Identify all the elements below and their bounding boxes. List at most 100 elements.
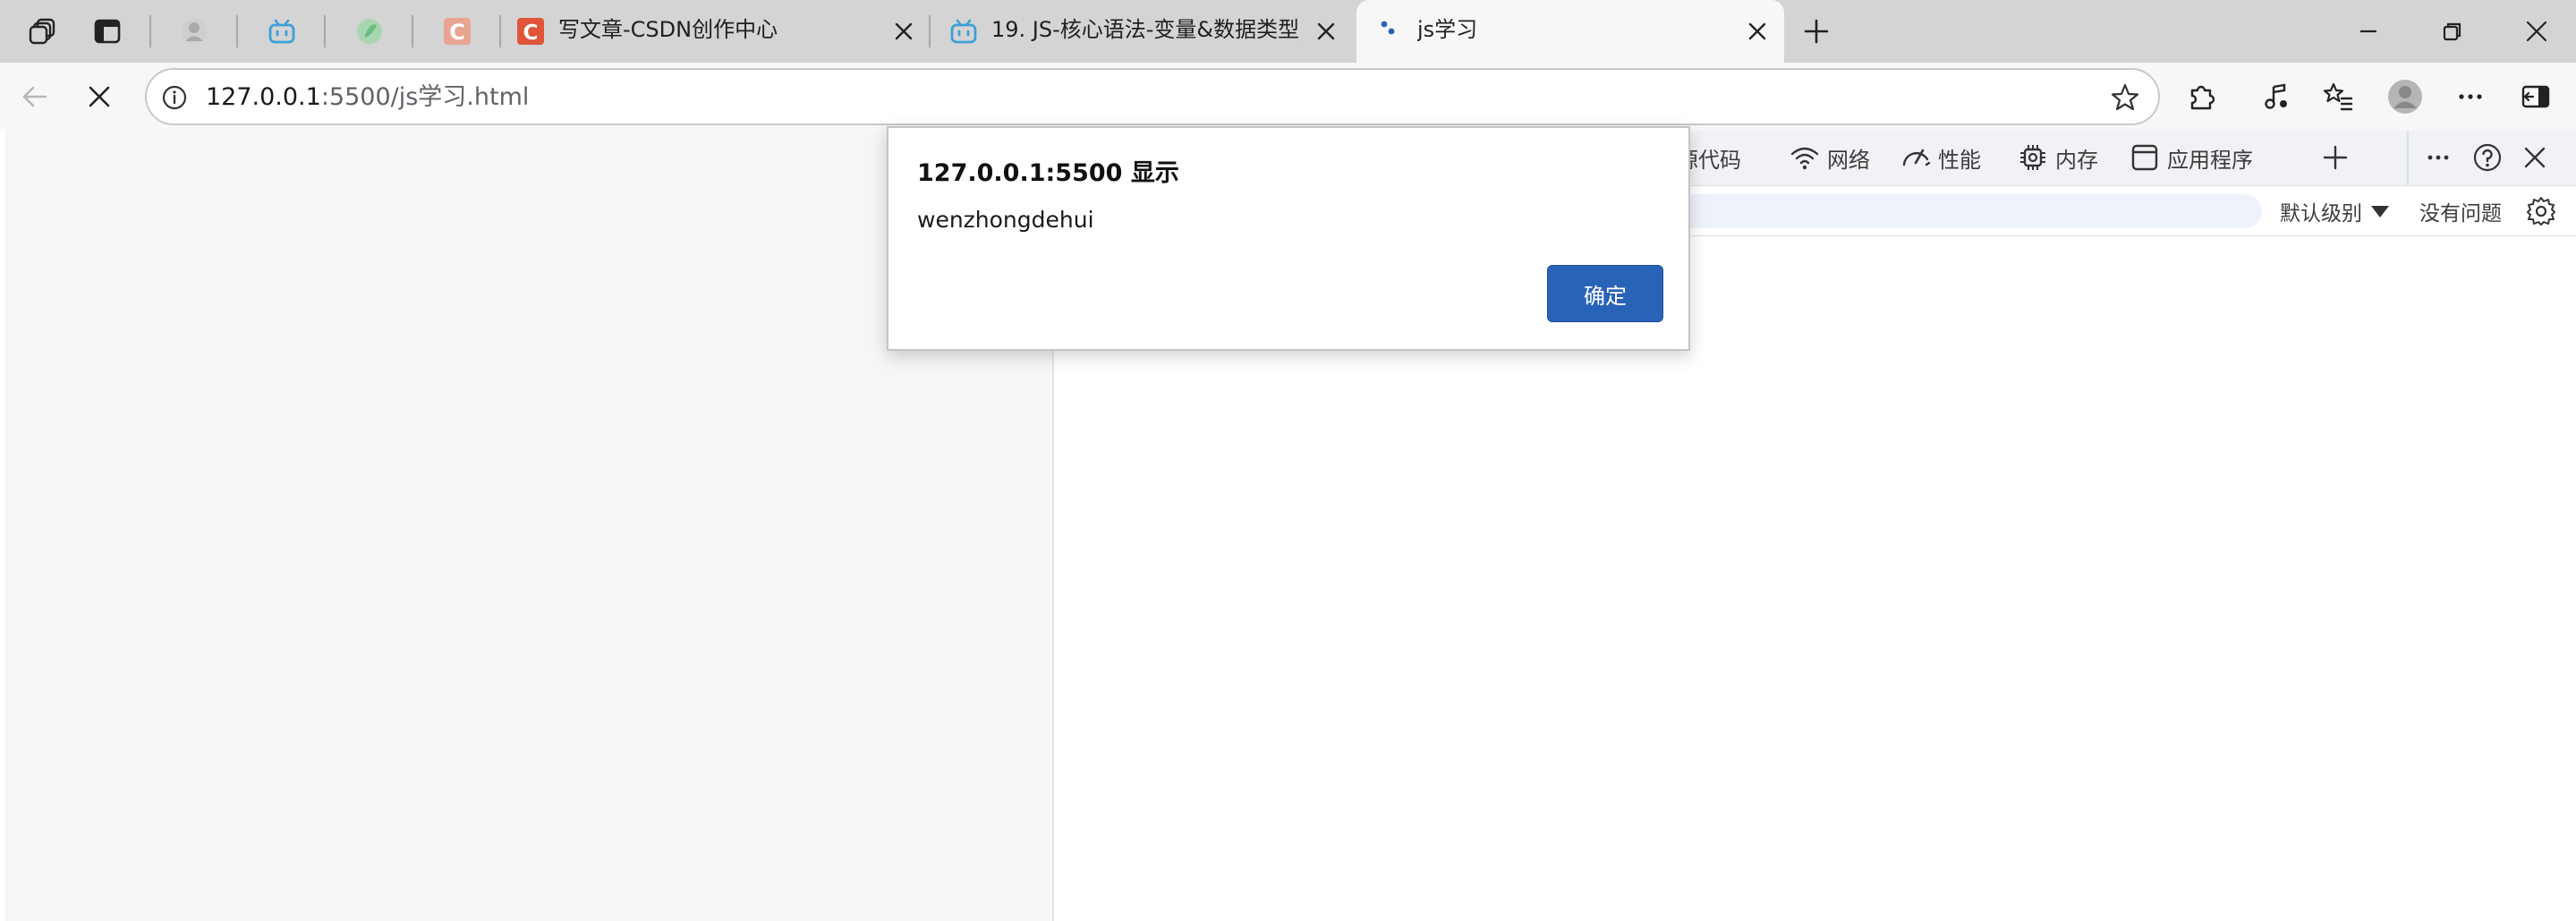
- devtools-help-button[interactable]: [2470, 140, 2505, 175]
- dialog-title: 127.0.0.1:5500 显示: [917, 159, 1179, 187]
- sidebar-toggle-button[interactable]: [2515, 76, 2556, 117]
- back-button[interactable]: [14, 76, 55, 117]
- extensions-button[interactable]: [2181, 76, 2223, 117]
- url-path: :5500/js学习.html: [320, 83, 530, 111]
- console-settings-button[interactable]: [2523, 193, 2559, 229]
- devtools-tab-performance[interactable]: 性能: [1899, 140, 1981, 175]
- devtools-tab-label: 内存: [2055, 147, 2098, 173]
- avatar-icon: [2388, 80, 2422, 114]
- more-horizontal-icon: [2459, 94, 2482, 99]
- close-icon: [89, 86, 110, 107]
- avatar-favicon-icon: [182, 19, 207, 44]
- arrow-left-icon: [22, 86, 47, 107]
- svg-text:C: C: [523, 21, 539, 45]
- memory-icon: [2016, 141, 2050, 175]
- devtools-divider: [2407, 131, 2409, 186]
- tab-favicon: C: [515, 16, 546, 47]
- add-devtools-tab-button[interactable]: [2317, 140, 2353, 175]
- devtools-tab-application[interactable]: 应用程序: [2128, 140, 2253, 175]
- application-icon: [2128, 141, 2162, 175]
- pinned-tab-csdn[interactable]: C: [438, 12, 477, 51]
- csdn-icon: C: [517, 18, 544, 45]
- caret-down-icon: [2371, 205, 2389, 217]
- devtools-tab-label: 性能: [1938, 147, 1981, 173]
- puzzle-icon: [2190, 85, 2215, 110]
- devtools-tab-memory[interactable]: 内存: [2016, 140, 2098, 175]
- profile-button[interactable]: [2385, 76, 2426, 117]
- new-tab-button[interactable]: [1797, 12, 1836, 51]
- green-leaf-icon: [357, 19, 382, 44]
- tab-separator: [149, 15, 151, 47]
- more-horizontal-icon: [2427, 155, 2449, 160]
- favorites-list-icon: [2323, 82, 2353, 111]
- performance-icon: [1899, 141, 1933, 175]
- tab-favicon: [1374, 16, 1405, 47]
- star-icon: [2111, 83, 2139, 111]
- close-icon: [2524, 147, 2546, 168]
- close-icon: [895, 22, 913, 40]
- plus-icon: [2323, 145, 2348, 170]
- gear-icon: [2527, 197, 2555, 226]
- vertical-tabs-icon: [94, 19, 121, 44]
- ok-button[interactable]: 确定: [1547, 265, 1663, 322]
- favorites-button[interactable]: [2317, 76, 2359, 117]
- issues-counter[interactable]: 没有问题: [2419, 193, 2502, 229]
- tab-close-button[interactable]: [1741, 15, 1773, 47]
- restore-icon: [2443, 22, 2461, 41]
- site-info-button[interactable]: [159, 82, 190, 113]
- tab-favicon: [948, 16, 979, 47]
- dialog-message: wenzhongdehui: [917, 207, 1094, 233]
- url-text: 127.0.0.1:5500/js学习.html: [206, 81, 529, 114]
- workspaces-icon: [29, 18, 55, 45]
- svg-text:C: C: [449, 20, 465, 45]
- favorite-button[interactable]: [2108, 81, 2142, 115]
- minimize-icon: [2360, 30, 2376, 33]
- browser-toolbar: 127.0.0.1:5500/js学习.html: [0, 63, 2576, 131]
- pinned-tab-green[interactable]: [350, 12, 389, 51]
- stop-loading-button[interactable]: [79, 76, 120, 117]
- devtools-tab-label: 应用程序: [2167, 147, 2253, 173]
- loading-icon: [1381, 21, 1395, 35]
- settings-more-button[interactable]: [2450, 76, 2491, 117]
- help-icon: [2473, 143, 2502, 172]
- plus-icon: [1804, 19, 1829, 44]
- address-bar[interactable]: 127.0.0.1:5500/js学习.html: [145, 68, 2160, 125]
- devtools-more-button[interactable]: [2420, 140, 2456, 175]
- url-host: 127.0.0.1: [206, 83, 321, 111]
- tab-js-study[interactable]: js学习: [1356, 0, 1784, 63]
- tab-title: 写文章-CSDN创作中心: [558, 17, 778, 42]
- pinned-tab-avatar[interactable]: [174, 12, 214, 51]
- devtools-tab-label: 网络: [1827, 147, 1870, 173]
- tab-title: 19. JS-核心语法-变量&数据类型_哔: [991, 17, 1299, 42]
- sidebar-icon: [2521, 85, 2550, 108]
- close-icon: [1317, 22, 1335, 40]
- media-control-button[interactable]: [2256, 76, 2297, 117]
- tab-separator: [236, 15, 238, 47]
- csdn-faded-icon: C: [444, 18, 471, 45]
- window-close-button[interactable]: [2517, 12, 2556, 51]
- devtools-tab-network[interactable]: 网络: [1788, 140, 1870, 175]
- minimize-button[interactable]: [2349, 12, 2388, 51]
- tab-close-button[interactable]: [888, 15, 920, 47]
- log-level-label: 默认级别: [2280, 202, 2362, 226]
- tab-actions-button[interactable]: [88, 12, 127, 51]
- alert-dialog: 127.0.0.1:5500 显示 wenzhongdehui 确定: [887, 126, 1690, 351]
- tab-csdn-editor[interactable]: C 写文章-CSDN创作中心: [497, 0, 931, 63]
- tab-strip: C C 写文章-CSDN创作中心 19. JS-核心语法-变量&数据类型_哔 j…: [0, 0, 2576, 63]
- tab-separator: [412, 15, 413, 47]
- tab-close-button[interactable]: [1310, 15, 1342, 47]
- devtools-close-button[interactable]: [2517, 140, 2553, 175]
- restore-button[interactable]: [2433, 12, 2472, 51]
- tab-separator: [324, 15, 326, 47]
- tab-bilibili-video[interactable]: 19. JS-核心语法-变量&数据类型_哔: [931, 0, 1356, 63]
- info-icon: [162, 85, 187, 110]
- music-note-icon: [2265, 83, 2287, 109]
- workspaces-button[interactable]: [23, 12, 63, 51]
- bilibili-icon: [950, 19, 977, 44]
- issues-label: 没有问题: [2419, 202, 2502, 226]
- tab-title: js学习: [1417, 17, 1478, 42]
- pinned-tab-bilibili[interactable]: [262, 12, 302, 51]
- close-icon: [1748, 22, 1766, 40]
- close-icon: [2526, 21, 2547, 42]
- log-level-dropdown[interactable]: 默认级别: [2280, 193, 2389, 229]
